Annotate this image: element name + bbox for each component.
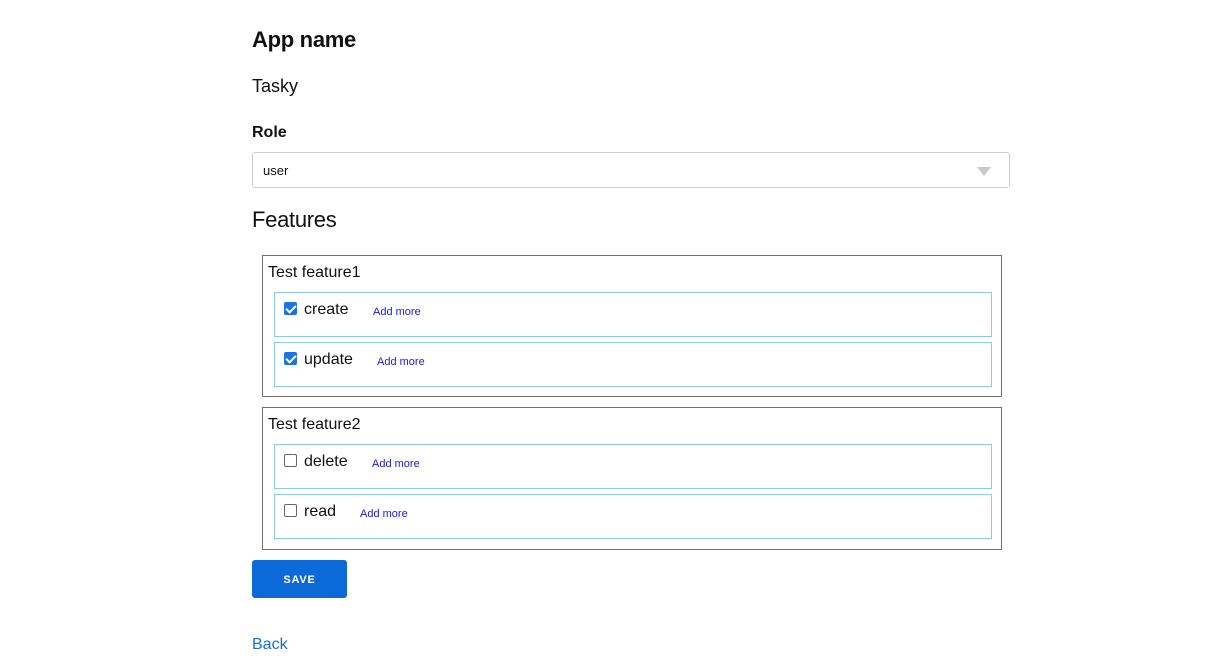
add-more-link[interactable]: Add more	[372, 458, 420, 470]
role-select[interactable]: user	[252, 152, 1010, 188]
permission-row: update Add more	[274, 342, 992, 387]
feature-group: Test feature1 create Add more update Add…	[262, 255, 1002, 397]
add-more-link[interactable]: Add more	[360, 508, 408, 520]
permission-row: create Add more	[274, 292, 992, 337]
permission-checkbox[interactable]	[284, 302, 297, 315]
chevron-down-icon	[977, 167, 991, 176]
role-select-value: user	[263, 163, 289, 178]
app-name-value: Tasky	[252, 76, 299, 96]
feature-title: Test feature2	[268, 416, 361, 433]
save-button[interactable]: SAVE	[252, 560, 347, 598]
permission-checkbox[interactable]	[284, 454, 297, 467]
add-more-link[interactable]: Add more	[373, 306, 421, 318]
permission-name: create	[304, 301, 349, 318]
page-title-clipped	[0, 0, 1229, 4]
permission-row: read Add more	[274, 494, 992, 539]
features-heading: Features	[252, 207, 337, 232]
permission-checkbox[interactable]	[284, 352, 297, 365]
role-label: Role	[252, 124, 287, 141]
page: App name Tasky Role user Features Test f…	[0, 0, 1229, 658]
permission-name: delete	[304, 453, 348, 470]
permission-name: update	[304, 351, 353, 368]
add-more-link[interactable]: Add more	[377, 356, 425, 368]
feature-title: Test feature1	[268, 264, 361, 281]
back-link[interactable]: Back	[252, 636, 288, 654]
permission-name: read	[304, 503, 337, 520]
permission-checkbox[interactable]	[284, 504, 297, 517]
feature-group: Test feature2 delete Add more read Add m…	[262, 407, 1002, 550]
permission-row: delete Add more	[274, 444, 992, 489]
app-name-label: App name	[252, 27, 356, 52]
